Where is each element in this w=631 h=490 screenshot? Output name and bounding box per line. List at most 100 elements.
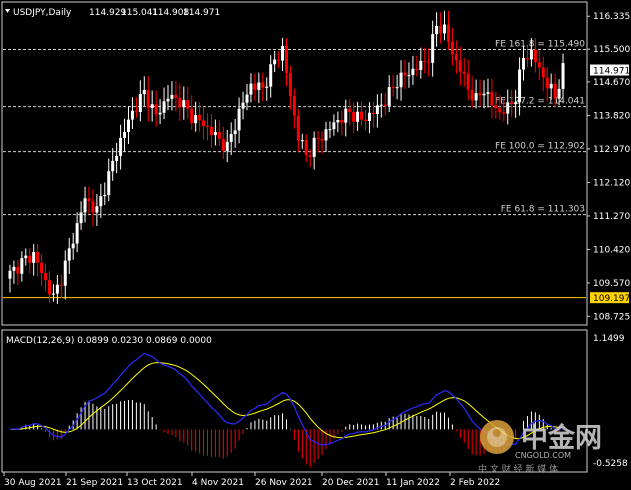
candle-body (8, 270, 12, 279)
candle-body (115, 155, 119, 161)
candle-body (450, 41, 454, 55)
candle-body (458, 60, 462, 72)
candle-body (352, 112, 356, 122)
candle-body (126, 119, 130, 132)
candle-body (292, 95, 296, 116)
candle-body (344, 108, 348, 123)
candle-body (111, 160, 115, 172)
candle-body (328, 129, 332, 131)
candle-body (340, 119, 344, 123)
collapse-arrow-icon (5, 9, 10, 13)
candle-body (47, 280, 51, 295)
price-tick-label: 111.270 (593, 212, 630, 222)
candle-body (525, 58, 529, 60)
candle-body (332, 122, 336, 130)
candle-body (470, 89, 474, 101)
candle-body (63, 260, 67, 286)
candle-body (375, 105, 379, 115)
time-tick-label: 20 Dec 2021 (322, 478, 380, 488)
candle-body (142, 89, 146, 94)
svg-text:114.971: 114.971 (593, 67, 630, 77)
candle-body (134, 110, 138, 113)
candle-body (403, 72, 407, 76)
candle-body (170, 94, 174, 99)
candle-body (395, 87, 399, 89)
candle-body (16, 266, 20, 274)
candle-body (269, 64, 273, 87)
candle-body (439, 25, 443, 34)
candle-body (399, 72, 403, 88)
candle-body (514, 102, 518, 105)
time-tick-label: 26 Nov 2021 (255, 478, 313, 488)
candle-body (427, 61, 431, 63)
time-tick-label: 2 Feb 2022 (450, 478, 500, 488)
watermark-tagline: 中 文 财 经 新 媒 体 (478, 463, 558, 475)
candle-body (348, 108, 352, 113)
candle-body (364, 119, 368, 121)
candle-body (300, 140, 304, 142)
candle-body (245, 94, 249, 103)
candle-body (103, 194, 107, 197)
candle-body (553, 83, 557, 99)
candle-body (435, 25, 439, 35)
candle-body (549, 83, 553, 89)
price-axis: 116.335 115.500 114.670 113.820 112.970 112.1… (587, 12, 630, 322)
candle-body (257, 82, 261, 90)
price-tick-label: 113.820 (593, 111, 630, 121)
candle-body (138, 93, 142, 113)
main-panel-frame (1, 1, 588, 326)
candle-body (529, 49, 533, 60)
time-tick-label: 4 Nov 2021 (192, 478, 244, 488)
price-tick-label: 109.570 (593, 279, 630, 289)
candle-body (202, 120, 206, 127)
candle-body (253, 83, 257, 90)
candle-body (36, 251, 40, 263)
candle-body (387, 87, 391, 106)
candle-body (75, 223, 79, 244)
candle-body (51, 293, 55, 295)
candle-body (474, 93, 478, 101)
price-tick-label: 116.335 (593, 12, 630, 22)
time-tick-label: 13 Oct 2021 (127, 478, 183, 488)
chart-header: USDJPY,Daily 114.929 115.041 114.908 114… (5, 8, 220, 18)
candle-body (237, 108, 241, 131)
candle-body (522, 58, 526, 70)
candle-body (67, 248, 71, 261)
candle-body (190, 108, 194, 124)
candle-body (537, 62, 541, 68)
candle-body (482, 93, 486, 96)
macd-max-label: 1.1499 (593, 334, 625, 344)
candle-body (561, 63, 565, 89)
candle-body (130, 110, 134, 120)
candle-body (225, 141, 229, 151)
candle-body (119, 137, 123, 156)
candle-body (107, 171, 111, 195)
candle-body (281, 45, 285, 61)
candle-body (71, 243, 75, 249)
candle-body (316, 137, 320, 139)
time-tick-label: 30 Aug 2021 (4, 478, 62, 488)
fib-lines: FE 161.8 = 115.490FE 127.2 = 114.041FE 1… (3, 40, 586, 299)
price-tick-label: 108.725 (593, 312, 630, 322)
candle-body (371, 112, 375, 115)
candle-body (379, 104, 383, 106)
candlestick-series (8, 10, 565, 304)
candle-body (336, 119, 340, 123)
candle-body (545, 77, 549, 89)
candle-body (55, 284, 59, 294)
candle-body (95, 206, 99, 213)
candle-body (261, 82, 265, 88)
candle-body (28, 255, 32, 263)
candle-body (308, 155, 312, 157)
candle-body (229, 134, 233, 142)
candle-body (277, 59, 281, 61)
candle-body (158, 112, 162, 115)
candle-body (83, 198, 87, 213)
candle-body (194, 114, 198, 124)
candle-body (166, 98, 170, 102)
macd-histogram (13, 399, 564, 468)
candle-body (502, 112, 506, 114)
candle-body (431, 34, 435, 63)
candle-body (443, 24, 447, 34)
price-tick-label: 110.420 (593, 245, 630, 255)
